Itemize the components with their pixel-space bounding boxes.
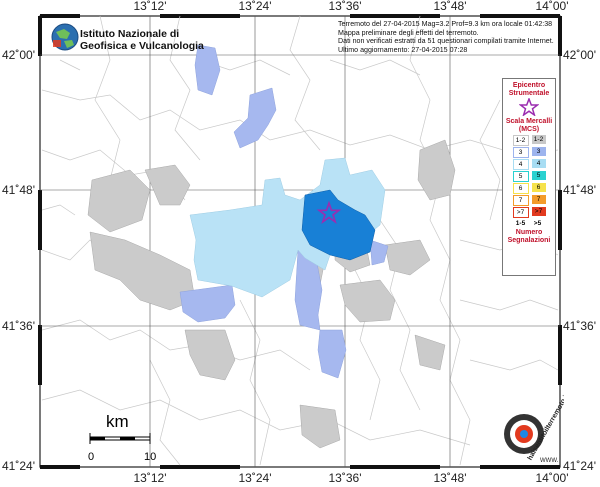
legend-swatch-large: 5	[531, 171, 546, 180]
legend-epicentre-title: Epicentro Strumentale	[508, 82, 550, 97]
legend-count-title: Numero Segnalazioni	[507, 229, 551, 244]
institute-line1: Istituto Nazionale di	[80, 28, 180, 40]
legend-row: 44	[503, 159, 555, 170]
institute-name: Istituto Nazionale di Geofisica e Vulcan…	[80, 28, 204, 52]
svg-text:42˚00': 42˚00'	[2, 48, 35, 62]
svg-text:13˚48': 13˚48'	[434, 471, 467, 485]
svg-text:13˚48': 13˚48'	[434, 0, 467, 13]
event-info-line3: Dati non verificati estratti da 51 quest…	[338, 37, 554, 46]
haisentito-logo-icon: haisentitoilterremoto.it WWW.	[504, 392, 564, 464]
legend-row: 1-2 1-2	[503, 135, 555, 146]
svg-text:13˚12': 13˚12'	[134, 471, 167, 485]
legend-row: 33	[503, 147, 555, 158]
legend-swatch-small: 1-2	[512, 135, 529, 146]
institute-line2: Geofisica e Vulcanologia	[80, 40, 204, 52]
legend-count-high: >5	[533, 220, 542, 227]
legend-swatch-small: 3	[512, 147, 529, 158]
legend-swatch-small: 7	[512, 195, 529, 206]
lon-labels-bottom: 13˚12' 13˚24' 13˚36' 13˚48' 14˚00'	[134, 471, 569, 485]
svg-text:13˚24': 13˚24'	[239, 0, 272, 13]
scale-ticks: 0 10	[88, 451, 163, 463]
legend-count-row: 1-5 >5	[503, 219, 555, 228]
legend-swatch-small: 5	[512, 171, 529, 182]
legend-row: 77	[503, 195, 555, 206]
ingv-globe-icon	[51, 23, 79, 51]
svg-text:13˚24': 13˚24'	[239, 471, 272, 485]
svg-text:42˚00': 42˚00'	[563, 48, 596, 62]
legend-row: 55	[503, 171, 555, 182]
svg-text:13˚12': 13˚12'	[134, 0, 167, 13]
scale-start: 0	[88, 451, 95, 463]
svg-text:41˚36': 41˚36'	[2, 319, 35, 333]
lat-labels-right: 42˚00' 41˚48' 41˚36' 41˚24'	[563, 48, 596, 473]
event-info-line4: Ultimo aggiornamento: 27-04-2015 07:28	[338, 45, 468, 54]
svg-text:14˚00': 14˚00'	[536, 471, 569, 485]
svg-text:13˚36': 13˚36'	[329, 0, 362, 13]
svg-text:41˚36': 41˚36'	[563, 319, 596, 333]
lon-labels-top: 13˚12' 13˚24' 13˚36' 13˚48' 14˚00'	[134, 0, 569, 13]
legend-row: >7 >7	[503, 207, 555, 218]
legend-star-icon	[518, 96, 540, 117]
scale-unit: km	[106, 412, 129, 431]
legend-rows: 1-2 1-2 3 3 4 4 5 5 6 6 7 7 >7 >7	[503, 135, 555, 218]
svg-text:41˚48': 41˚48'	[563, 183, 596, 197]
event-info: Terremoto del 27-04-2015 Mag=3.2 Prof=9.…	[338, 20, 556, 54]
legend-swatch-small: 4	[512, 159, 529, 170]
legend-row: 66	[503, 183, 555, 194]
legend-swatch-small: 6	[512, 183, 529, 194]
legend-swatch-large: 1-2	[531, 135, 546, 144]
legend-swatch-large: >7	[531, 207, 546, 216]
legend-swatch-large: 3	[531, 147, 546, 156]
svg-text:13˚36': 13˚36'	[329, 471, 362, 485]
legend-swatch-small: >7	[512, 207, 529, 218]
svg-text:41˚24': 41˚24'	[2, 459, 35, 473]
event-info-line2: Mappa preliminare degli effetti del terr…	[338, 28, 479, 37]
svg-text:WWW.: WWW.	[540, 458, 559, 464]
legend-swatch-large: 4	[531, 159, 546, 168]
scale-bar: km 0 10	[88, 412, 163, 463]
event-info-line1: Terremoto del 27-04-2015 Mag=3.2 Prof=9.…	[338, 20, 553, 28]
legend-count-low: 1-5	[515, 220, 526, 227]
legend-swatch-large: 7	[531, 195, 546, 204]
svg-text:14˚00': 14˚00'	[536, 0, 569, 13]
scale-bar-graphic	[89, 433, 151, 444]
legend-swatch-large: 6	[531, 183, 546, 192]
svg-text:41˚48': 41˚48'	[2, 183, 35, 197]
legend-scale-title: Scala Mercalli (MCS)	[505, 118, 553, 133]
scale-end: 10	[144, 451, 157, 463]
svg-text:41˚24': 41˚24'	[563, 459, 596, 473]
legend: Epicentro Strumentale Scala Mercalli (MC…	[502, 78, 556, 276]
lat-labels-left: 42˚00' 41˚48' 41˚36' 41˚24'	[2, 48, 35, 473]
